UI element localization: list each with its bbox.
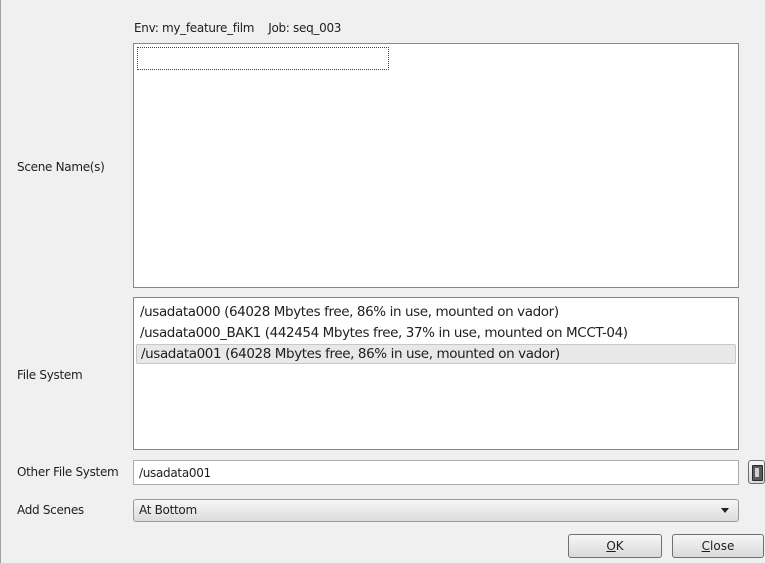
close-label-rest: lose bbox=[710, 539, 735, 553]
env-label: Env: my_feature_film bbox=[134, 21, 255, 35]
file-system-item[interactable]: /usadata000_BAK1 (442454 Mbytes free, 37… bbox=[136, 323, 736, 343]
ok-mnemonic: O bbox=[606, 539, 616, 553]
other-file-system-label: Other File System bbox=[17, 465, 119, 479]
add-scenes-label: Add Scenes bbox=[17, 503, 84, 517]
file-system-label: File System bbox=[17, 368, 83, 382]
document-icon-inner bbox=[755, 468, 759, 477]
ok-button[interactable]: OK bbox=[568, 534, 662, 558]
scene-names-label: Scene Name(s) bbox=[17, 160, 105, 174]
chevron-down-icon bbox=[721, 508, 729, 513]
close-mnemonic: C bbox=[701, 539, 711, 553]
scene-names-list[interactable] bbox=[133, 43, 739, 288]
close-button[interactable]: Close bbox=[672, 534, 764, 558]
add-scenes-dialog: Env: my_feature_film Job: seq_003 Scene N… bbox=[0, 0, 765, 563]
file-system-item[interactable]: /usadata000 (64028 Mbytes free, 86% in u… bbox=[136, 302, 736, 322]
file-system-item-selected[interactable]: /usadata001 (64028 Mbytes free, 86% in u… bbox=[136, 344, 736, 364]
scene-name-edit-field[interactable] bbox=[137, 47, 389, 70]
add-scenes-dropdown[interactable]: At Bottom bbox=[133, 499, 739, 522]
env-job-info: Env: my_feature_film Job: seq_003 bbox=[134, 21, 341, 35]
ok-label-rest: K bbox=[615, 539, 624, 553]
file-system-list[interactable]: /usadata000 (64028 Mbytes free, 86% in u… bbox=[133, 297, 739, 450]
add-scenes-selected-value: At Bottom bbox=[139, 503, 197, 517]
job-label: Job: seq_003 bbox=[268, 21, 342, 35]
browse-button[interactable] bbox=[748, 460, 765, 484]
other-file-system-input[interactable] bbox=[133, 460, 739, 485]
